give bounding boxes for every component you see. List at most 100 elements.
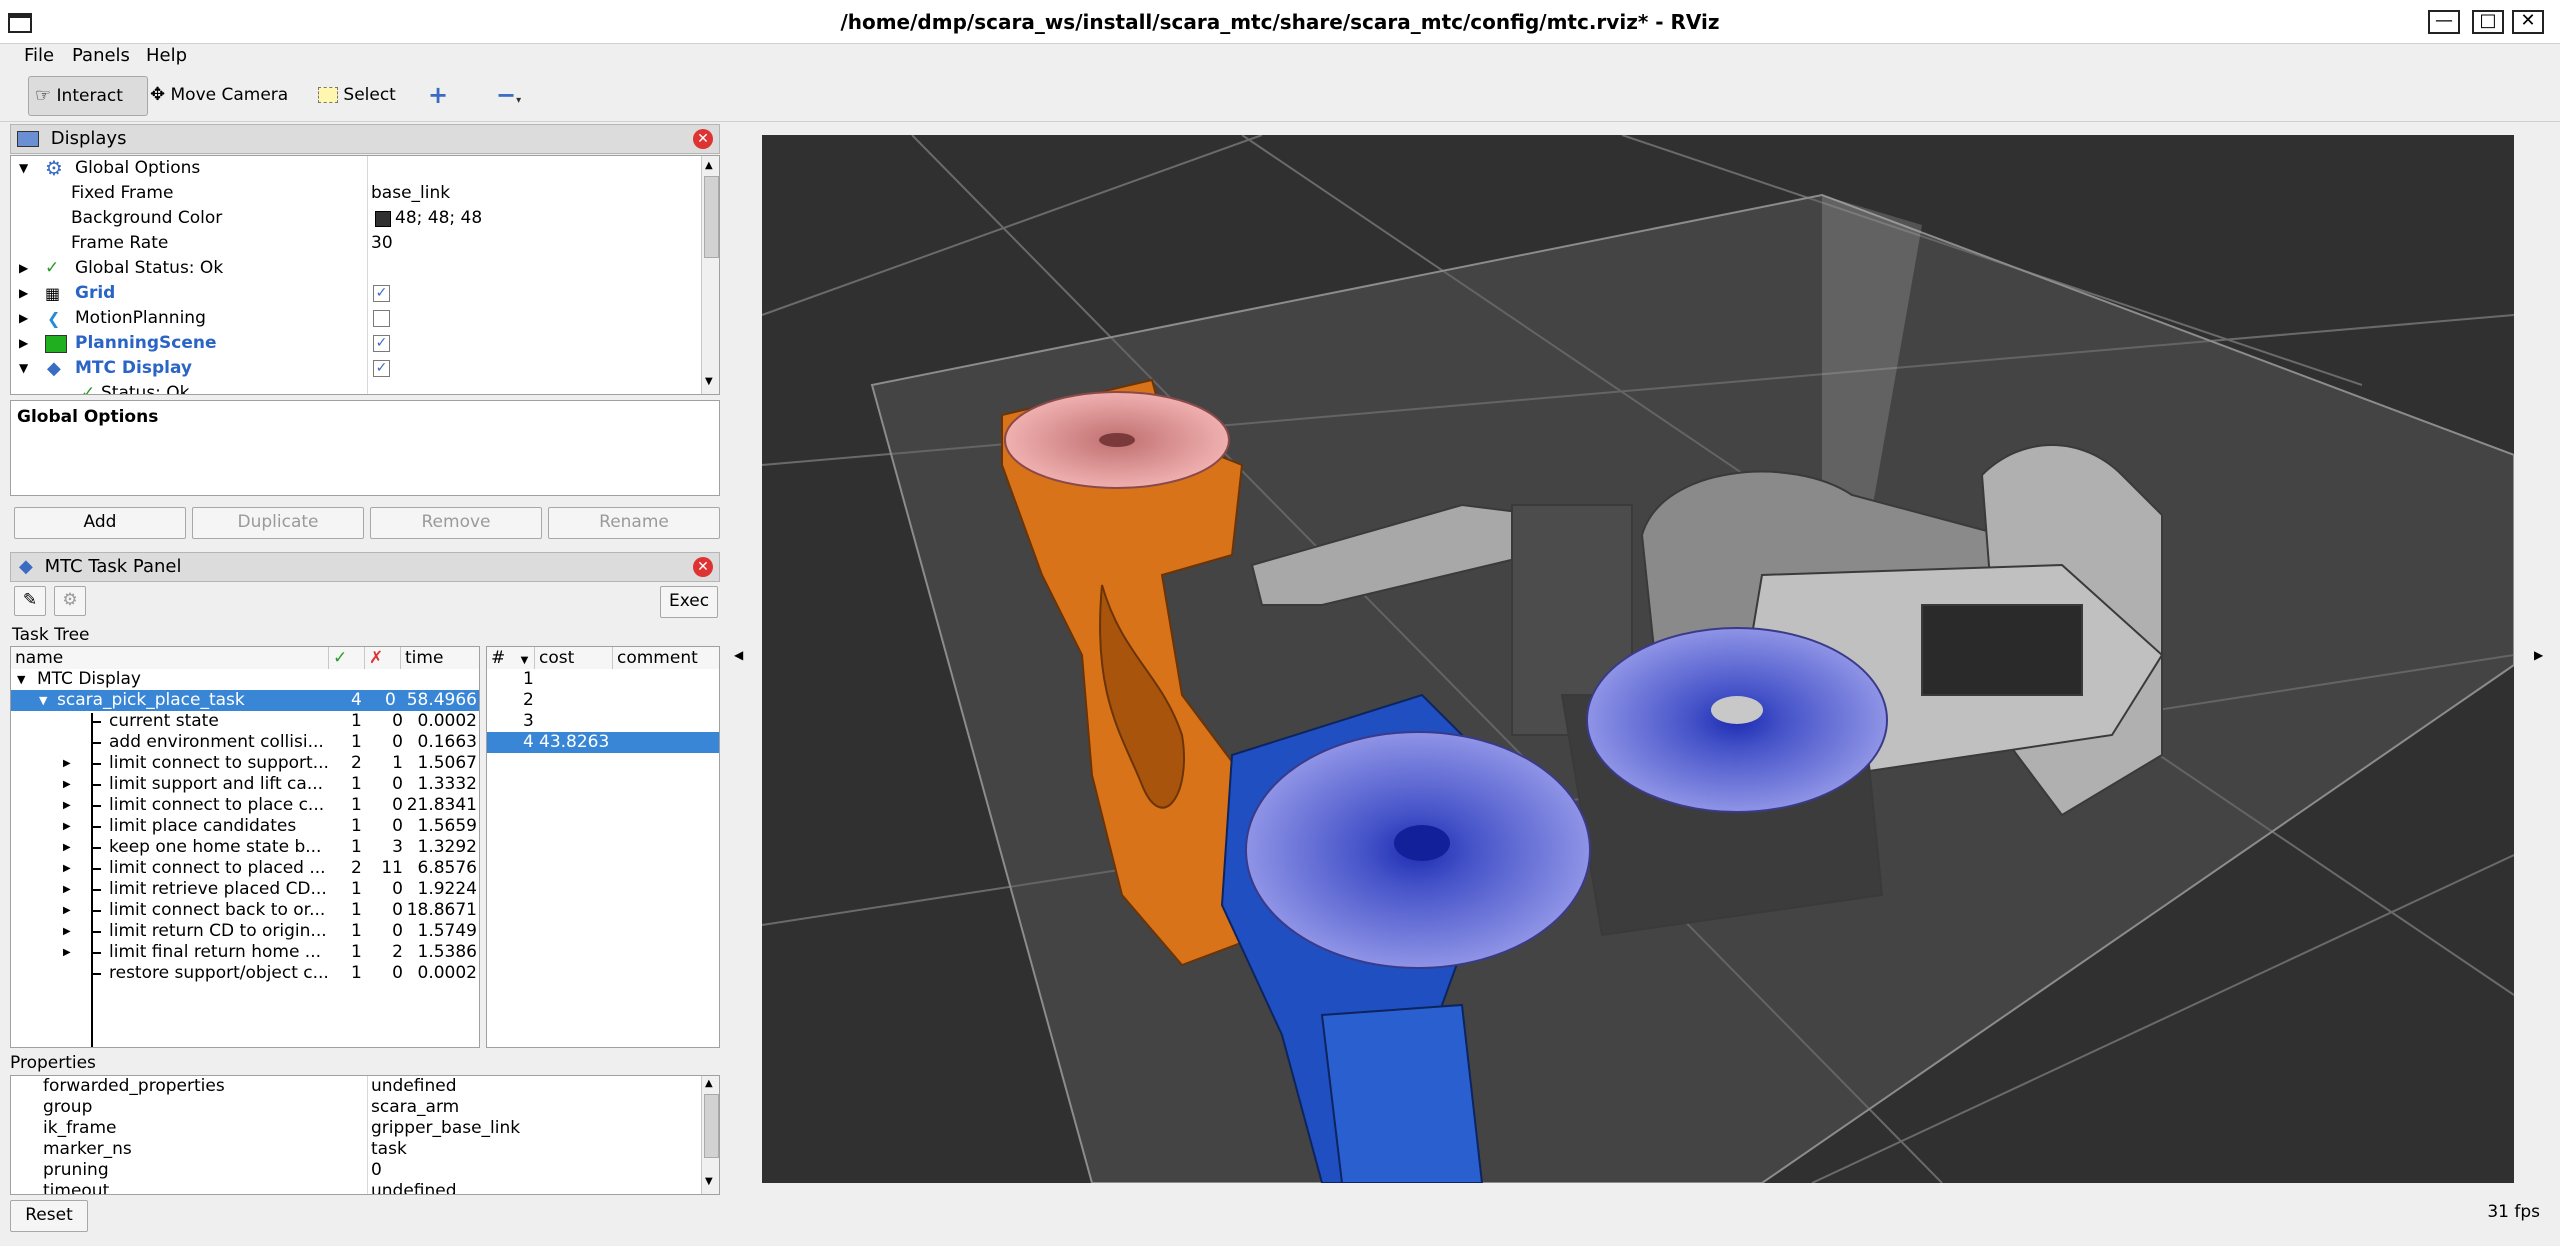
property-row[interactable]: ik_frame gripper_base_link	[11, 1118, 701, 1139]
color-swatch[interactable]	[375, 211, 391, 227]
motionplanning-checkbox[interactable]	[373, 310, 390, 327]
property-value[interactable]: undefined	[371, 1076, 457, 1097]
expand-arrow-icon[interactable]: ▶	[63, 816, 71, 837]
property-value[interactable]: gripper_base_link	[371, 1118, 520, 1139]
stage-row[interactable]: ▶ limit connect to placed ... 2 11 6.8576	[11, 858, 479, 879]
add-button[interactable]: Add	[14, 507, 186, 539]
background-color-value[interactable]: 48; 48; 48	[395, 206, 482, 231]
property-row[interactable]: group scara_arm	[11, 1097, 701, 1118]
close-icon[interactable]: ✕	[2512, 10, 2544, 34]
expand-arrow-icon[interactable]: ▶	[63, 858, 71, 879]
tree-item-fixed-frame[interactable]: Fixed Frame base_link	[11, 181, 701, 206]
expand-arrow-icon[interactable]: ▶	[19, 331, 28, 356]
property-value[interactable]: undefined	[371, 1181, 457, 1194]
stage-row[interactable]: ▶ limit support and lift ca... 1 0 1.3332	[11, 774, 479, 795]
tree-item-mtc-display[interactable]: ▼ ◆ MTC Display ✓	[11, 356, 701, 381]
displays-scrollbar[interactable]: ▲ ▼	[701, 156, 719, 394]
rename-button[interactable]: Rename	[548, 507, 720, 539]
collapse-arrow-icon[interactable]: ▼	[17, 669, 25, 690]
edit-icon-button[interactable]: ✎	[14, 586, 46, 616]
panel-close-icon[interactable]: ✕	[693, 129, 713, 149]
frame-rate-value[interactable]: 30	[371, 231, 393, 256]
expand-arrow-icon[interactable]: ▶	[19, 281, 28, 306]
column-time[interactable]: time	[401, 647, 479, 669]
expand-arrow-icon[interactable]: ▶	[63, 774, 71, 795]
solution-row[interactable]: 4 43.8263	[487, 732, 719, 753]
interact-tool-button[interactable]: ☞ Interact	[28, 76, 148, 116]
expand-arrow-icon[interactable]: ▶	[63, 942, 71, 963]
expand-arrow-icon[interactable]: ▶	[63, 921, 71, 942]
stage-row[interactable]: ▶ limit place candidates 1 0 1.5659	[11, 816, 479, 837]
tree-item-global-options[interactable]: ▼ ⚙ Global Options	[11, 156, 701, 181]
stage-row[interactable]: ▶ limit connect to place c... 1 0 21.8341	[11, 795, 479, 816]
column-comment[interactable]: comment	[613, 647, 719, 669]
column-cost[interactable]: cost	[535, 647, 613, 669]
collapse-arrow-icon[interactable]: ▼	[19, 356, 28, 381]
collapse-arrow-icon[interactable]: ▼	[39, 690, 47, 711]
property-value[interactable]: scara_arm	[371, 1097, 459, 1118]
select-tool-button[interactable]: Select	[318, 76, 398, 114]
stage-row[interactable]: ▶ limit return CD to origin... 1 0 1.5749	[11, 921, 479, 942]
task-row-selected[interactable]: ▼ scara_pick_place_task 4 0 58.4966	[11, 690, 479, 711]
3d-viewport[interactable]	[762, 135, 2514, 1183]
panel-close-icon[interactable]: ✕	[693, 557, 713, 577]
add-tool-plus-icon[interactable]: +	[428, 76, 448, 114]
property-row[interactable]: pruning 0	[11, 1160, 701, 1181]
tree-item-motionplanning[interactable]: ▶ ❮ MotionPlanning	[11, 306, 701, 331]
exec-button[interactable]: Exec	[660, 586, 718, 618]
remove-button[interactable]: Remove	[370, 507, 542, 539]
expand-arrow-icon[interactable]: ▶	[63, 795, 71, 816]
tree-item-mtc-display-root[interactable]: ▼ MTC Display	[11, 669, 479, 690]
stage-row[interactable]: ▶ limit final return home ... 1 2 1.5386	[11, 942, 479, 963]
property-row[interactable]: forwarded_properties undefined	[11, 1076, 701, 1097]
duplicate-button[interactable]: Duplicate	[192, 507, 364, 539]
collapse-arrow-icon[interactable]: ▼	[19, 156, 28, 181]
tree-item-global-status[interactable]: ▶ ✓ Global Status: Ok	[11, 256, 701, 281]
expand-arrow-icon[interactable]: ▶	[63, 900, 71, 921]
tree-item-grid[interactable]: ▶ ▦ Grid ✓	[11, 281, 701, 306]
solution-row[interactable]: 2	[487, 690, 719, 711]
mtc-display-checkbox[interactable]: ✓	[373, 360, 390, 377]
property-row[interactable]: marker_ns task	[11, 1139, 701, 1160]
stage-row[interactable]: restore support/object c... 1 0 0.0002	[11, 963, 479, 984]
collapse-right-arrow-icon[interactable]: ▶	[2534, 648, 2543, 662]
menu-panels[interactable]: Panels	[72, 44, 130, 68]
tree-item-background-color[interactable]: Background Color 48; 48; 48	[11, 206, 701, 231]
planningscene-checkbox[interactable]: ✓	[373, 335, 390, 352]
expand-arrow-icon[interactable]: ▶	[19, 256, 28, 281]
stage-row[interactable]: add environment collisi... 1 0 0.1663	[11, 732, 479, 753]
expand-arrow-icon[interactable]: ▶	[63, 753, 71, 774]
tree-item-planningscene[interactable]: ▶ PlanningScene ✓	[11, 331, 701, 356]
property-value[interactable]: 0	[371, 1160, 382, 1181]
tree-item-frame-rate[interactable]: Frame Rate 30	[11, 231, 701, 256]
column-name[interactable]: name	[11, 647, 329, 669]
property-row[interactable]: timeout undefined	[11, 1181, 701, 1194]
minimize-icon[interactable]: —	[2428, 10, 2460, 34]
column-success-check-icon[interactable]: ✓	[329, 647, 365, 669]
menu-help[interactable]: Help	[146, 44, 187, 68]
solution-row[interactable]: 3	[487, 711, 719, 732]
stage-row[interactable]: ▶ limit retrieve placed CD... 1 0 1.9224	[11, 879, 479, 900]
column-solution-id[interactable]: # ▼	[487, 647, 535, 669]
maximize-icon[interactable]: □	[2472, 10, 2504, 34]
remove-tool-minus-icon[interactable]: −▾	[496, 76, 526, 114]
reset-button[interactable]: Reset	[10, 1200, 88, 1232]
stage-row[interactable]: ▶ keep one home state b... 1 3 1.3292	[11, 837, 479, 858]
fixed-frame-value[interactable]: base_link	[371, 181, 450, 206]
move-camera-tool-button[interactable]: ✥ Move Camera	[150, 76, 290, 114]
settings-gear-icon-button[interactable]: ⚙	[54, 586, 86, 616]
expand-arrow-icon[interactable]: ▶	[19, 306, 28, 331]
stage-row[interactable]: current state 1 0 0.0002	[11, 711, 479, 732]
stage-row[interactable]: ▶ limit connect back to or... 1 0 18.8671	[11, 900, 479, 921]
property-value[interactable]: task	[371, 1139, 407, 1160]
column-failure-cross-icon[interactable]: ✗	[365, 647, 401, 669]
expand-arrow-icon[interactable]: ▶	[63, 837, 71, 858]
properties-scrollbar[interactable]: ▲ ▼	[701, 1076, 719, 1194]
tree-item-status-ok[interactable]: ✓ Status: Ok	[11, 381, 701, 394]
solution-row[interactable]: 1	[487, 669, 719, 690]
grid-checkbox[interactable]: ✓	[373, 285, 390, 302]
collapse-left-arrow-icon[interactable]: ◀	[734, 648, 743, 662]
menu-file[interactable]: File	[24, 44, 54, 68]
stage-row[interactable]: ▶ limit connect to support... 2 1 1.5067	[11, 753, 479, 774]
expand-arrow-icon[interactable]: ▶	[63, 879, 71, 900]
